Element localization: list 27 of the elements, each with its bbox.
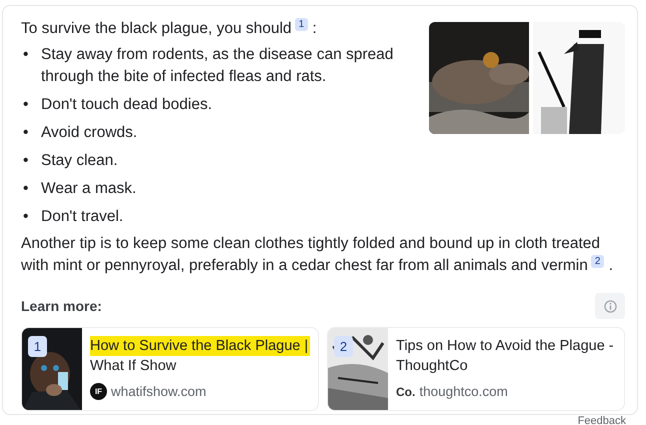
bullet: • [22,95,30,115]
bullet-item: Don't touch dead bodies. [41,95,212,115]
tip-text: Another tip is to keep some clean clothes tightly folded and bound up in cloth treated with mint or pennyroyal, preferably in a cedar chest far from all animals and vermin 2 . [21,234,614,276]
info-icon [604,300,616,312]
bullet-item: Don't travel. [41,207,124,227]
bullet-item: Avoid crowds. [41,123,138,143]
source-card[interactable]: 1 How to Survive the Black Plague | What If Show IF whatifshow.com [21,327,319,411]
site-logo: IF [90,383,107,400]
bullet: • [22,151,30,171]
bullet-item: Wear a mask. [41,179,136,199]
bullet: • [22,45,30,65]
learn-more-heading: Learn more: [21,296,102,316]
bullet-item: Stay clean. [41,151,118,171]
bullet: • [22,123,30,143]
site-url: whatifshow.com [111,382,206,401]
site-logo: Co. [396,384,416,401]
info-button[interactable] [595,293,625,319]
intro-text: To survive the black plague, you should 1 : [21,18,318,39]
citation-number: 2 [334,336,353,357]
bullet: • [22,207,30,227]
bullet-item: Stay away from rodents, as the disease can spread through the bite of infected fleas and rats. [41,45,394,87]
bullet: • [22,179,30,199]
feedback-link[interactable]: Feedback [578,415,626,425]
source-card[interactable]: 2 Tips on How to Avoid the Plague - ThoughtCo Co. thoughtco.com [327,327,625,411]
source-title[interactable]: Tips on How to Avoid the Plague - ThoughtCo [396,336,616,376]
citation-number: 1 [28,336,47,357]
site-url: thoughtco.com [419,382,508,401]
